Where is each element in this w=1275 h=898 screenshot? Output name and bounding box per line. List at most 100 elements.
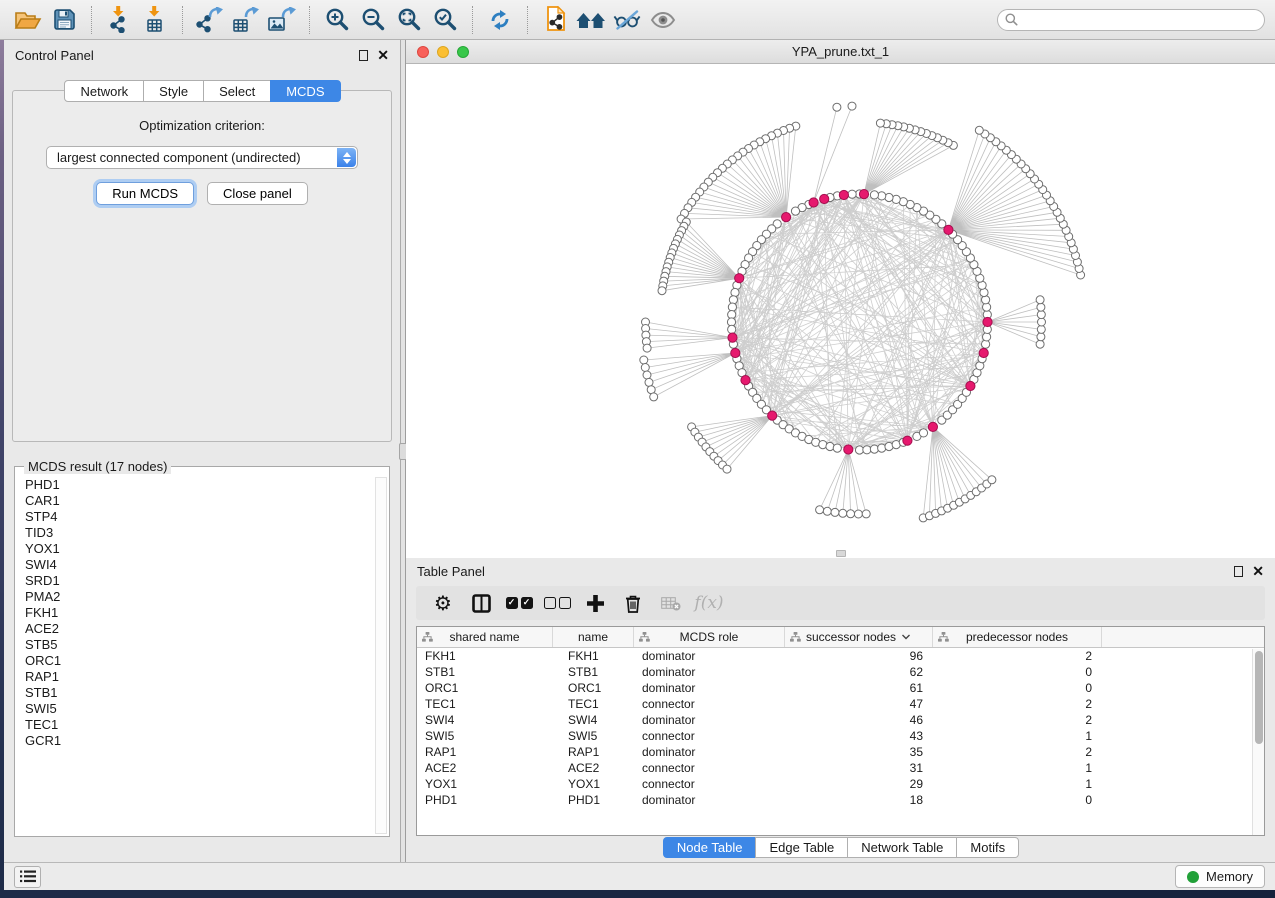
mcds-result-item[interactable]: YOX1 (17, 541, 373, 557)
close-window-icon[interactable] (417, 46, 429, 58)
export-network-button[interactable] (192, 4, 228, 36)
result-scrollbar[interactable] (375, 477, 387, 834)
network-canvas[interactable] (406, 64, 1275, 558)
cell-MCDS-role: dominator (634, 681, 785, 695)
table-scrollbar[interactable] (1252, 649, 1264, 835)
close-table-panel-icon[interactable] (1252, 564, 1264, 578)
table-row-FKH1[interactable]: FKH1FKH1dominator962 (417, 648, 1264, 664)
settings-button[interactable]: ⚙ (424, 593, 462, 613)
save-session-button[interactable] (46, 4, 82, 36)
column-header-predecessor-nodes[interactable]: predecessor nodes (933, 627, 1102, 647)
mcds-result-item[interactable]: PMA2 (17, 589, 373, 605)
delete-button[interactable] (614, 594, 652, 613)
mcds-result-item[interactable]: ACE2 (17, 621, 373, 637)
optimization-criterion-label: Optimization criterion: (13, 118, 391, 133)
memory-button[interactable]: Memory (1175, 865, 1265, 888)
mcds-result-item[interactable]: TEC1 (17, 717, 373, 733)
mcds-result-item[interactable]: FKH1 (17, 605, 373, 621)
cell-name: YOX1 (553, 777, 634, 791)
tab-network-table[interactable]: Network Table (847, 837, 957, 858)
import-table-button[interactable] (137, 4, 173, 36)
table-row-PHD1[interactable]: PHD1PHD1dominator180 (417, 792, 1264, 808)
tab-motifs[interactable]: Motifs (956, 837, 1019, 858)
tab-select[interactable]: Select (203, 80, 271, 102)
open-session-button[interactable] (10, 4, 46, 36)
optimization-criterion-select[interactable]: largest connected component (undirected) (46, 146, 358, 169)
zoom-in-button[interactable] (319, 4, 355, 36)
settings-icon: ⚙ (434, 593, 452, 613)
column-header-MCDS-role[interactable]: MCDS role (634, 627, 785, 647)
tab-mcds[interactable]: MCDS (270, 80, 340, 102)
column-header-shared-name[interactable]: shared name (417, 627, 553, 647)
column-header-name[interactable]: name (553, 627, 634, 647)
export-image-button[interactable] (264, 4, 300, 36)
select-all-button[interactable]: ✓✓ (500, 597, 538, 609)
table-row-SWI5[interactable]: SWI5SWI5connector431 (417, 728, 1264, 744)
cell-MCDS-role: dominator (634, 793, 785, 807)
minimize-window-icon[interactable] (437, 46, 449, 58)
float-panel-icon[interactable] (359, 50, 368, 61)
tab-style[interactable]: Style (143, 80, 204, 102)
mcds-result-item[interactable]: GCR1 (17, 733, 373, 749)
column-header-successor-nodes[interactable]: successor nodes (785, 627, 933, 647)
close-panel-button[interactable]: Close panel (207, 182, 308, 205)
mcds-result-item[interactable]: TID3 (17, 525, 373, 541)
criterion-selected-value: largest connected component (undirected) (57, 150, 301, 165)
mcds-result-item[interactable]: STP4 (17, 509, 373, 525)
table-row-TEC1[interactable]: TEC1TEC1connector472 (417, 696, 1264, 712)
close-panel-icon[interactable] (377, 48, 389, 62)
cell-name: SWI5 (553, 729, 634, 743)
apply-layout-button[interactable] (482, 4, 518, 36)
column-header-filler (1102, 627, 1264, 647)
zoom-fit-button[interactable] (391, 4, 427, 36)
mcds-result-list: PHD1CAR1STP4TID3YOX1SWI4SRD1PMA2FKH1ACE2… (17, 477, 373, 834)
float-table-panel-icon[interactable] (1234, 566, 1243, 577)
mcds-result-item[interactable]: SWI4 (17, 557, 373, 573)
node-table: shared namenameMCDS rolesuccessor nodesp… (416, 626, 1265, 836)
delete-table-button (652, 596, 690, 611)
task-history-button[interactable] (14, 866, 41, 888)
network-document-button[interactable] (537, 4, 573, 36)
tab-node-table[interactable]: Node Table (663, 837, 757, 858)
tab-network[interactable]: Network (64, 80, 144, 102)
cell-successor-nodes: 29 (785, 777, 933, 791)
mcds-result-item[interactable]: SRD1 (17, 573, 373, 589)
network-graph[interactable] (406, 64, 1275, 558)
control-panel: Control Panel NetworkStyleSelectMCDS Opt… (4, 40, 400, 862)
deselect-all-button[interactable] (538, 597, 576, 609)
table-row-RAP1[interactable]: RAP1RAP1dominator352 (417, 744, 1264, 760)
zoom-out-button[interactable] (355, 4, 391, 36)
show-eye-button[interactable] (645, 4, 681, 36)
mcds-result-item[interactable]: STB5 (17, 637, 373, 653)
mcds-result-item[interactable]: PHD1 (17, 477, 373, 493)
cell-shared-name: SWI5 (417, 729, 553, 743)
import-network-button[interactable] (101, 4, 137, 36)
zoom-selected-button[interactable] (427, 4, 463, 36)
table-row-STB1[interactable]: STB1STB1dominator620 (417, 664, 1264, 680)
table-row-YOX1[interactable]: YOX1YOX1connector291 (417, 776, 1264, 792)
export-table-icon (232, 7, 260, 33)
table-row-ACE2[interactable]: ACE2ACE2connector311 (417, 760, 1264, 776)
table-header-row: shared namenameMCDS rolesuccessor nodesp… (417, 627, 1264, 648)
add-button[interactable] (576, 595, 614, 612)
table-row-SWI4[interactable]: SWI4SWI4dominator462 (417, 712, 1264, 728)
columns-button[interactable] (462, 594, 500, 613)
mcds-result-item[interactable]: CAR1 (17, 493, 373, 509)
tab-edge-table[interactable]: Edge Table (755, 837, 848, 858)
mcds-result-item[interactable]: RAP1 (17, 669, 373, 685)
zoom-window-icon[interactable] (457, 46, 469, 58)
mcds-result-item[interactable]: ORC1 (17, 653, 373, 669)
run-mcds-button[interactable]: Run MCDS (96, 182, 194, 205)
search-box[interactable] (997, 9, 1265, 31)
mcds-result-item[interactable]: SWI5 (17, 701, 373, 717)
table-scrollbar-thumb[interactable] (1255, 651, 1263, 744)
hide-glasses-button[interactable] (609, 4, 645, 36)
mcds-result-item[interactable]: STB1 (17, 685, 373, 701)
public-databases-icon (576, 9, 606, 31)
search-input[interactable] (1018, 13, 1257, 27)
table-toolbar: ⚙✓✓f(x) (416, 586, 1265, 620)
public-databases-button[interactable] (573, 4, 609, 36)
horizontal-splitter-grip[interactable] (836, 550, 846, 557)
table-row-ORC1[interactable]: ORC1ORC1dominator610 (417, 680, 1264, 696)
export-table-button[interactable] (228, 4, 264, 36)
